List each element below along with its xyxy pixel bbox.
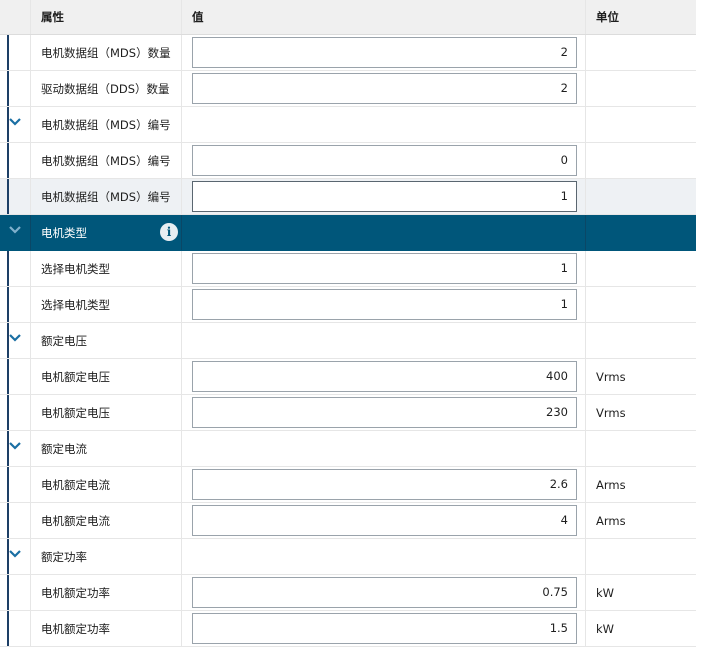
group-unit-empty xyxy=(586,107,696,142)
header-property[interactable]: 属性 xyxy=(30,0,182,34)
param-row[interactable]: 选择电机类型 1 xyxy=(0,251,696,287)
param-value-field[interactable]: 0.75 xyxy=(192,577,577,608)
grid-header: 属性 值 单位 xyxy=(0,0,696,35)
param-row[interactable]: 电机数据组（MDS）编号 0 xyxy=(0,143,696,179)
group-label: 额定功率 xyxy=(30,539,182,574)
group-value-empty xyxy=(182,215,586,250)
property-grid: 属性 值 单位 电机数据组（MDS）数量 2 驱动数据组（DDS）数量 2 电机… xyxy=(0,0,696,647)
row-indent xyxy=(0,503,30,538)
group-label-cell: 电机类型 i xyxy=(30,215,182,250)
group-unit-empty xyxy=(586,539,696,574)
header-margin xyxy=(0,0,30,34)
param-label: 选择电机类型 xyxy=(30,287,182,322)
param-value-field[interactable]: 400 xyxy=(192,361,577,392)
param-label: 电机额定功率 xyxy=(30,611,182,646)
param-value-field[interactable]: 1 xyxy=(192,181,577,212)
row-indent xyxy=(0,395,30,430)
header-unit[interactable]: 单位 xyxy=(586,0,696,34)
param-row[interactable]: 电机额定功率 0.75 kW xyxy=(0,575,696,611)
group-row[interactable]: 电机数据组（MDS）编号 xyxy=(0,107,696,143)
chevron-down-icon[interactable] xyxy=(8,441,22,451)
param-unit: Arms xyxy=(596,477,626,492)
param-unit: Vrms xyxy=(596,405,626,420)
group-label: 额定电压 xyxy=(30,323,182,358)
row-indent xyxy=(0,35,30,70)
row-indent xyxy=(0,251,30,286)
param-value-field[interactable]: 2 xyxy=(192,37,577,68)
param-label: 电机额定电流 xyxy=(30,503,182,538)
group-toggle[interactable] xyxy=(0,107,30,142)
param-row[interactable]: 电机额定电压 400 Vrms xyxy=(0,359,696,395)
row-indent xyxy=(0,71,30,106)
chevron-down-icon[interactable] xyxy=(8,117,22,127)
chevron-down-icon[interactable] xyxy=(8,549,22,559)
group-unit-empty xyxy=(586,215,696,250)
header-value[interactable]: 值 xyxy=(182,0,586,34)
row-indent xyxy=(0,287,30,322)
param-unit: Vrms xyxy=(596,369,626,384)
group-row[interactable]: 额定功率 xyxy=(0,539,696,575)
param-unit: Arms xyxy=(596,513,626,528)
group-row-selected[interactable]: 电机类型 i xyxy=(0,215,696,251)
param-label: 电机数据组（MDS）数量 xyxy=(30,35,182,70)
group-label: 电机数据组（MDS）编号 xyxy=(30,107,182,142)
param-row[interactable]: 电机额定功率 1.5 kW xyxy=(0,611,696,647)
param-label: 电机额定电压 xyxy=(30,359,182,394)
param-unit xyxy=(586,35,696,70)
param-row[interactable]: 电机数据组（MDS）数量 2 xyxy=(0,35,696,71)
param-row[interactable]: 电机额定电压 230 Vrms xyxy=(0,395,696,431)
param-label: 电机数据组（MDS）编号 xyxy=(30,179,182,214)
group-label: 电机类型 xyxy=(41,225,87,240)
group-value-empty xyxy=(182,107,586,142)
param-unit: kW xyxy=(596,621,615,636)
chevron-down-icon[interactable] xyxy=(8,225,22,235)
group-value-empty xyxy=(182,539,586,574)
group-toggle[interactable] xyxy=(0,539,30,574)
param-value-field[interactable]: 1.5 xyxy=(192,613,577,644)
param-unit xyxy=(586,143,696,178)
param-unit xyxy=(586,179,696,214)
row-indent xyxy=(0,179,30,214)
param-unit xyxy=(586,71,696,106)
param-row[interactable]: 电机额定电流 2.6 Arms xyxy=(0,467,696,503)
param-label: 驱动数据组（DDS）数量 xyxy=(30,71,182,106)
param-value-field[interactable]: 230 xyxy=(192,397,577,428)
info-icon[interactable]: i xyxy=(160,223,178,241)
param-value-field[interactable]: 1 xyxy=(192,289,577,320)
group-value-empty xyxy=(182,431,586,466)
group-toggle[interactable] xyxy=(0,215,30,250)
chevron-down-icon[interactable] xyxy=(8,333,22,343)
group-row[interactable]: 额定电流 xyxy=(0,431,696,467)
param-label: 电机数据组（MDS）编号 xyxy=(30,143,182,178)
group-unit-empty xyxy=(586,323,696,358)
param-unit xyxy=(586,251,696,286)
group-unit-empty xyxy=(586,431,696,466)
param-unit xyxy=(586,287,696,322)
param-value-field[interactable]: 2.6 xyxy=(192,469,577,500)
param-unit: kW xyxy=(596,585,615,600)
param-label: 电机额定功率 xyxy=(30,575,182,610)
param-row[interactable]: 电机额定电流 4 Arms xyxy=(0,503,696,539)
param-label: 电机额定电压 xyxy=(30,395,182,430)
row-indent xyxy=(0,359,30,394)
group-toggle[interactable] xyxy=(0,431,30,466)
param-label: 选择电机类型 xyxy=(30,251,182,286)
param-row[interactable]: 选择电机类型 1 xyxy=(0,287,696,323)
param-row-highlighted[interactable]: 电机数据组（MDS）编号 1 xyxy=(0,179,696,215)
row-indent xyxy=(0,143,30,178)
param-label: 电机额定电流 xyxy=(30,467,182,502)
group-value-empty xyxy=(182,323,586,358)
param-value-field[interactable]: 0 xyxy=(192,145,577,176)
row-indent xyxy=(0,467,30,502)
param-row[interactable]: 驱动数据组（DDS）数量 2 xyxy=(0,71,696,107)
row-indent xyxy=(0,575,30,610)
group-toggle[interactable] xyxy=(0,323,30,358)
param-value-field[interactable]: 4 xyxy=(192,505,577,536)
param-value-field[interactable]: 2 xyxy=(192,73,577,104)
group-label: 额定电流 xyxy=(30,431,182,466)
row-indent xyxy=(0,611,30,646)
group-row[interactable]: 额定电压 xyxy=(0,323,696,359)
param-value-field[interactable]: 1 xyxy=(192,253,577,284)
